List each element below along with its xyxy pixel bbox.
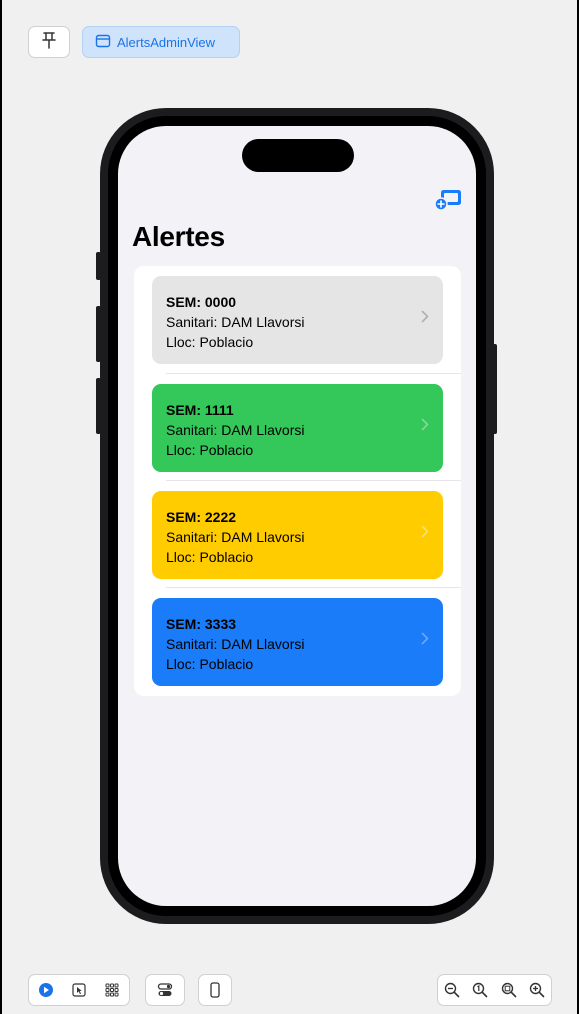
row-divider xyxy=(166,373,461,374)
live-preview-icon[interactable] xyxy=(36,980,56,1000)
alert-lloc: Lloc: Poblacio xyxy=(166,549,254,565)
add-alert-button[interactable] xyxy=(433,187,463,211)
chevron-right-icon xyxy=(421,632,429,650)
alert-row[interactable]: SEM: 2222 Sanitari: DAM Llavorsi Lloc: P… xyxy=(152,491,443,579)
pin-button[interactable] xyxy=(28,26,70,58)
chevron-right-icon xyxy=(421,418,429,436)
alert-sem: SEM: 1111 xyxy=(166,402,234,418)
variants-icon[interactable] xyxy=(102,980,122,1000)
page-title: Alertes xyxy=(132,221,225,252)
alert-sanitari: Sanitari: DAM Llavorsi xyxy=(166,636,305,652)
device-icon xyxy=(205,980,225,1000)
device-screen: Alertes SEM: 0000 Sanitari: DAM Llavorsi… xyxy=(118,126,476,906)
display-add-icon xyxy=(433,190,463,215)
pin-icon xyxy=(41,31,57,54)
alert-sanitari: Sanitari: DAM Llavorsi xyxy=(166,422,305,438)
alert-lloc: Lloc: Poblacio xyxy=(166,656,254,672)
alert-sem: SEM: 0000 xyxy=(166,294,237,310)
alert-sem: SEM: 3333 xyxy=(166,616,237,632)
selectable-icon[interactable] xyxy=(69,980,89,1000)
window-icon xyxy=(95,34,111,51)
device-button[interactable] xyxy=(198,974,232,1006)
alert-row[interactable]: SEM: 1111 Sanitari: DAM Llavorsi Lloc: P… xyxy=(152,384,443,472)
alert-lloc: Lloc: Poblacio xyxy=(166,334,254,350)
preview-mode-group xyxy=(28,974,130,1006)
alert-row[interactable]: SEM: 0000 Sanitari: DAM Llavorsi Lloc: P… xyxy=(152,276,443,364)
alert-row[interactable]: SEM: 3333 Sanitari: DAM Llavorsi Lloc: P… xyxy=(152,598,443,686)
dynamic-island xyxy=(242,139,354,172)
device-frame: Alertes SEM: 0000 Sanitari: DAM Llavorsi… xyxy=(100,108,494,924)
device-settings-icon xyxy=(155,980,175,1000)
alert-lloc: Lloc: Poblacio xyxy=(166,442,254,458)
chevron-right-icon xyxy=(421,525,429,543)
zoom-controls xyxy=(437,974,552,1006)
alerts-list: SEM: 0000 Sanitari: DAM Llavorsi Lloc: P… xyxy=(134,266,461,696)
chevron-right-icon xyxy=(421,310,429,328)
alert-sanitari: Sanitari: DAM Llavorsi xyxy=(166,314,305,330)
row-divider xyxy=(166,480,461,481)
zoom-100-icon[interactable] xyxy=(470,980,490,1000)
preview-view-button[interactable]: AlertsAdminView xyxy=(82,26,240,58)
alert-sanitari: Sanitari: DAM Llavorsi xyxy=(166,529,305,545)
zoom-out-icon[interactable] xyxy=(442,980,462,1000)
zoom-to-fit-icon[interactable] xyxy=(499,980,519,1000)
preview-view-label: AlertsAdminView xyxy=(117,34,216,50)
device-settings-button[interactable] xyxy=(145,974,185,1006)
alert-sem: SEM: 2222 xyxy=(166,509,237,525)
row-divider xyxy=(166,587,461,588)
zoom-in-icon[interactable] xyxy=(527,980,547,1000)
